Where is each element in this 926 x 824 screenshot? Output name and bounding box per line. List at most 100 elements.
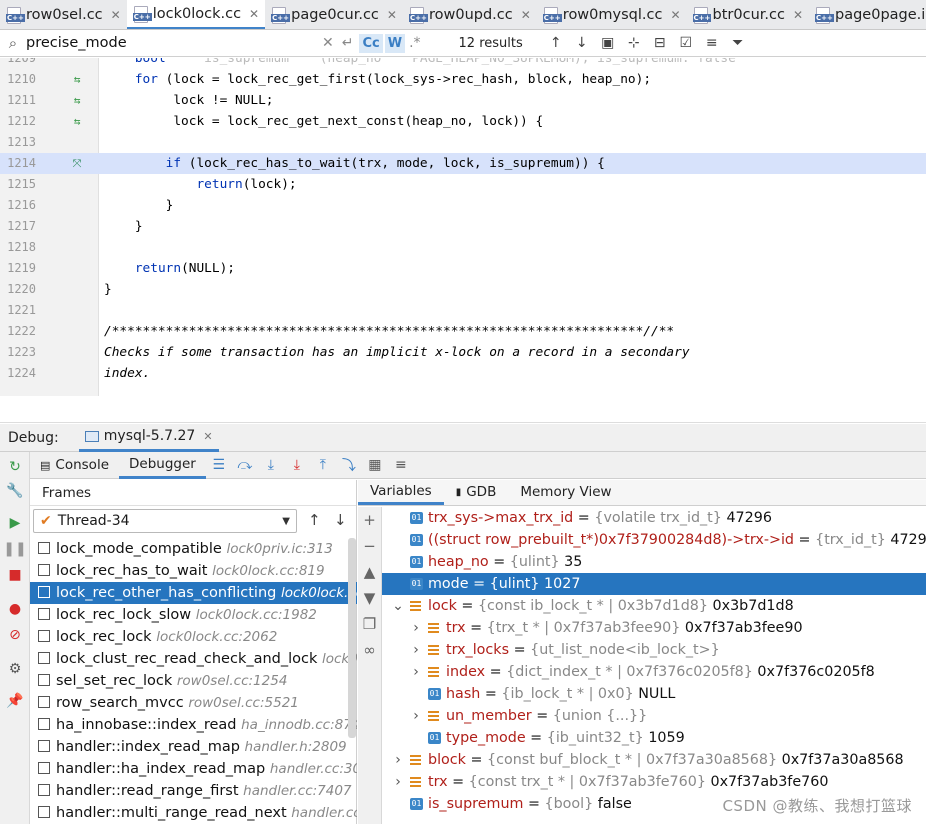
layout-icon[interactable]: ☰ [206, 457, 232, 473]
code-line[interactable]: 1223 Checks if some transaction has an im… [0, 342, 926, 363]
line-number[interactable]: 1222 [0, 321, 36, 342]
close-icon[interactable]: ✕ [111, 8, 121, 22]
remove-selection-icon[interactable]: ⊟ [647, 35, 673, 51]
line-number[interactable]: 1210 [0, 69, 36, 90]
view-breakpoints-icon[interactable]: ● [0, 598, 30, 620]
code-text[interactable]: lock != NULL; [104, 90, 273, 111]
close-icon[interactable]: ✕ [203, 430, 212, 443]
variable-row[interactable]: 01 mode = {ulint} 1027 [382, 573, 926, 595]
expand-chevron-icon[interactable]: › [410, 617, 422, 639]
filter-icon[interactable]: ⏷ [725, 35, 751, 51]
code-line[interactable]: 1216 } [0, 195, 926, 216]
multiline-icon[interactable]: ≡ [699, 35, 725, 51]
pin-icon[interactable]: 📌 [0, 690, 30, 712]
frame-item[interactable]: lock_mode_compatible lock0priv.ic:313 [30, 538, 357, 560]
move-up-icon[interactable]: ▲ [358, 559, 381, 585]
code-text[interactable]: } [104, 195, 174, 216]
code-line[interactable]: 1224 index. [0, 363, 926, 384]
variable-row[interactable]: › block = {const buf_block_t * | 0x7f37a3… [382, 749, 926, 771]
frame-item[interactable]: lock_rec_has_to_wait lock0lock.cc:819 [30, 560, 357, 582]
frame-item[interactable]: handler::read_range_first handler.cc:740… [30, 780, 357, 802]
code-line[interactable]: 1221 [0, 300, 926, 321]
code-text[interactable]: bool is_supremum (heap_no PAGE_HEAP_NO_S… [104, 58, 736, 69]
code-text[interactable]: index. [104, 363, 150, 384]
change-marker-icon[interactable]: ⇆ [70, 111, 84, 132]
add-selection-icon[interactable]: ⊹ [621, 35, 647, 51]
code-line[interactable]: 1212 ⇆ lock = lock_rec_get_next_const(hea… [0, 111, 926, 132]
code-text[interactable]: } [104, 216, 143, 237]
variable-row[interactable]: 01 type_mode = {ib_uint32_t} 1059 [382, 727, 926, 749]
tab-row0upd-cc[interactable]: C++ row0upd.cc ✕ [403, 0, 537, 29]
change-marker-icon[interactable]: ⤧ [70, 153, 84, 174]
frame-item[interactable]: handler::ha_index_read_map handler.cc:30… [30, 758, 357, 780]
glasses-icon[interactable]: ∞ [358, 637, 381, 663]
code-line[interactable]: 1213 [0, 132, 926, 153]
expand-chevron-icon[interactable]: › [392, 771, 404, 793]
tab-page0page-ic[interactable]: C++page0page.ic✕ [809, 0, 926, 29]
frame-item[interactable]: row_search_mvcc row0sel.cc:5521 [30, 692, 357, 714]
frame-item[interactable]: lock_clust_rec_read_check_and_lock lock0… [30, 648, 357, 670]
code-line[interactable]: 1222 /***********************************… [0, 321, 926, 342]
variable-row[interactable]: ⌄ lock = {const ib_lock_t * | 0x3b7d1d8} … [382, 595, 926, 617]
line-number[interactable]: 1211 [0, 90, 36, 111]
regex-toggle[interactable]: .* [409, 35, 420, 51]
line-number[interactable]: 1223 [0, 342, 36, 363]
frame-item[interactable]: lock_rec_other_has_conflicting lock0lock… [30, 582, 357, 604]
tab-variables[interactable]: Variables [358, 479, 444, 505]
debug-session-tab[interactable]: mysql-5.7.27 ✕ [78, 424, 219, 452]
close-icon[interactable]: ✕ [670, 8, 680, 22]
tab-btr0cur-cc[interactable]: C++ btr0cur.cc ✕ [687, 0, 810, 29]
change-marker-icon[interactable]: ⇆ [70, 69, 84, 90]
clear-search-icon[interactable]: ✕ [322, 35, 334, 51]
previous-frame-icon[interactable]: ↑ [308, 511, 321, 529]
code-text[interactable]: return(NULL); [104, 258, 235, 279]
tab-row0mysql-cc[interactable]: C++ row0mysql.cc ✕ [537, 0, 687, 29]
frame-item[interactable]: lock_rec_lock_slow lock0lock.cc:1982 [30, 604, 357, 626]
variable-row[interactable]: 01 hash = {ib_lock_t * | 0x0} NULL [382, 683, 926, 705]
add-watch-icon[interactable]: + [358, 507, 381, 533]
frame-item[interactable]: lock_rec_lock lock0lock.cc:2062 [30, 626, 357, 648]
frame-item[interactable]: handler::index_read_map handler.h:2809 [30, 736, 357, 758]
show-execution-point-icon[interactable]: ⤼ [232, 457, 258, 473]
pause-icon[interactable]: ❚❚ [0, 538, 30, 560]
code-line[interactable]: 1217 } [0, 216, 926, 237]
collapse-chevron-icon[interactable]: ⌄ [392, 595, 404, 617]
line-number[interactable]: 1209 [0, 58, 36, 69]
line-number[interactable]: 1218 [0, 237, 36, 258]
tab-lock0lock-cc[interactable]: C++ lock0lock.cc ✕ [126, 0, 266, 29]
tab-gdb[interactable]: ▮ GDB [444, 479, 509, 505]
copy-icon[interactable]: ❐ [358, 611, 381, 637]
line-number[interactable]: 1219 [0, 258, 36, 279]
expand-chevron-icon[interactable]: › [392, 749, 404, 771]
expand-chevron-icon[interactable]: › [410, 639, 422, 661]
frame-item[interactable]: sel_set_rec_lock row0sel.cc:1254 [30, 670, 357, 692]
code-editor[interactable]: 1209 bool is_supremum (heap_no PAGE_HEAP… [0, 58, 926, 396]
line-number[interactable]: 1217 [0, 216, 36, 237]
tab-row0sel-cc[interactable]: C++ row0sel.cc ✕ [0, 0, 127, 29]
settings-wrench-icon[interactable]: 🔧 [0, 480, 30, 502]
close-icon[interactable]: ✕ [793, 8, 803, 22]
step-over-icon[interactable]: ⤓ [258, 457, 284, 473]
search-input[interactable]: precise_mode [26, 35, 318, 51]
line-number[interactable]: 1213 [0, 132, 36, 153]
line-number[interactable]: 1212 [0, 111, 36, 132]
select-all-icon[interactable]: ☑ [673, 35, 699, 51]
line-number[interactable]: 1224 [0, 363, 36, 384]
variable-row[interactable]: › trx = {trx_t * | 0x7f37ab3fee90} 0x7f37… [382, 617, 926, 639]
tab-debugger[interactable]: Debugger [119, 452, 206, 479]
whole-words-toggle[interactable]: W [384, 33, 406, 53]
code-line[interactable]: 1209 bool is_supremum (heap_no PAGE_HEAP… [0, 58, 926, 69]
code-line[interactable]: 1215 return(lock); [0, 174, 926, 195]
code-text[interactable]: /***************************************… [104, 321, 674, 342]
rerun-icon[interactable]: ↻ [0, 456, 30, 478]
line-number[interactable]: 1221 [0, 300, 36, 321]
step-into-icon[interactable]: ⤓ [284, 457, 310, 473]
more-options-icon[interactable]: ≡ [388, 457, 414, 473]
gear-icon[interactable]: ⚙ [0, 658, 30, 680]
code-line[interactable]: 1214 ⤧ if (lock_rec_has_to_wait(trx, mode… [0, 153, 926, 174]
code-line[interactable]: 1220} [0, 279, 926, 300]
code-line[interactable]: 1211 ⇆ lock != NULL; [0, 90, 926, 111]
expand-chevron-icon[interactable]: › [410, 661, 422, 683]
tab-page0cur-cc[interactable]: C++ page0cur.cc ✕ [265, 0, 403, 29]
frames-scrollbar[interactable] [348, 538, 356, 738]
